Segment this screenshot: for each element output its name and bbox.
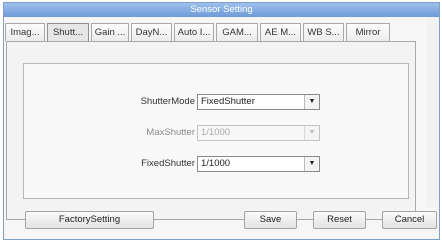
factory-setting-button[interactable]: FactorySetting xyxy=(25,211,154,229)
tab-daynight[interactable]: DayN... xyxy=(131,23,172,41)
max-shutter-label: MaxShutter xyxy=(146,127,195,138)
reset-button[interactable]: Reset xyxy=(313,211,366,229)
save-button[interactable]: Save xyxy=(244,211,297,229)
sensor-setting-window: Sensor Setting Imag... Shutt... Gain ...… xyxy=(3,2,440,240)
shutter-settings-group: ShutterMode FixedShutter ▼ MaxShutter 1/… xyxy=(23,63,409,199)
max-shutter-select: 1/1000 ▼ xyxy=(197,125,320,141)
shutter-mode-label: ShutterMode xyxy=(140,96,195,107)
tab-mirror[interactable]: Mirror xyxy=(346,23,390,41)
tab-shutter[interactable]: Shutt... xyxy=(47,23,89,42)
shutter-mode-select[interactable]: FixedShutter ▼ xyxy=(197,94,320,110)
shutter-mode-row: ShutterMode FixedShutter ▼ xyxy=(24,94,408,110)
chevron-down-icon[interactable]: ▼ xyxy=(304,95,319,109)
max-shutter-row: MaxShutter 1/1000 ▼ xyxy=(24,125,408,141)
tab-wb-setting[interactable]: WB S... xyxy=(303,23,344,41)
shutter-tab-panel: ShutterMode FixedShutter ▼ MaxShutter 1/… xyxy=(6,41,416,220)
fixed-shutter-label: FixedShutter xyxy=(141,158,195,169)
tab-image[interactable]: Imag... xyxy=(5,23,45,41)
scroll-area xyxy=(427,17,439,207)
tab-auto-iris[interactable]: Auto I... xyxy=(174,23,214,41)
window-title: Sensor Setting xyxy=(4,3,439,17)
fixed-shutter-row: FixedShutter 1/1000 ▼ xyxy=(24,156,408,172)
chevron-down-icon: ▼ xyxy=(304,126,319,140)
fixed-shutter-value: 1/1000 xyxy=(201,158,231,169)
fixed-shutter-select[interactable]: 1/1000 ▼ xyxy=(197,156,320,172)
tab-gamma[interactable]: GAM... xyxy=(216,23,258,41)
max-shutter-value: 1/1000 xyxy=(201,127,231,138)
tab-bar: Imag... Shutt... Gain ... DayN... Auto I… xyxy=(5,23,392,42)
cancel-button[interactable]: Cancel xyxy=(382,211,437,229)
tab-gain[interactable]: Gain ... xyxy=(91,23,129,41)
chevron-down-icon[interactable]: ▼ xyxy=(304,157,319,171)
tab-ae-mode[interactable]: AE M... xyxy=(260,23,301,41)
shutter-mode-value: FixedShutter xyxy=(201,96,255,107)
